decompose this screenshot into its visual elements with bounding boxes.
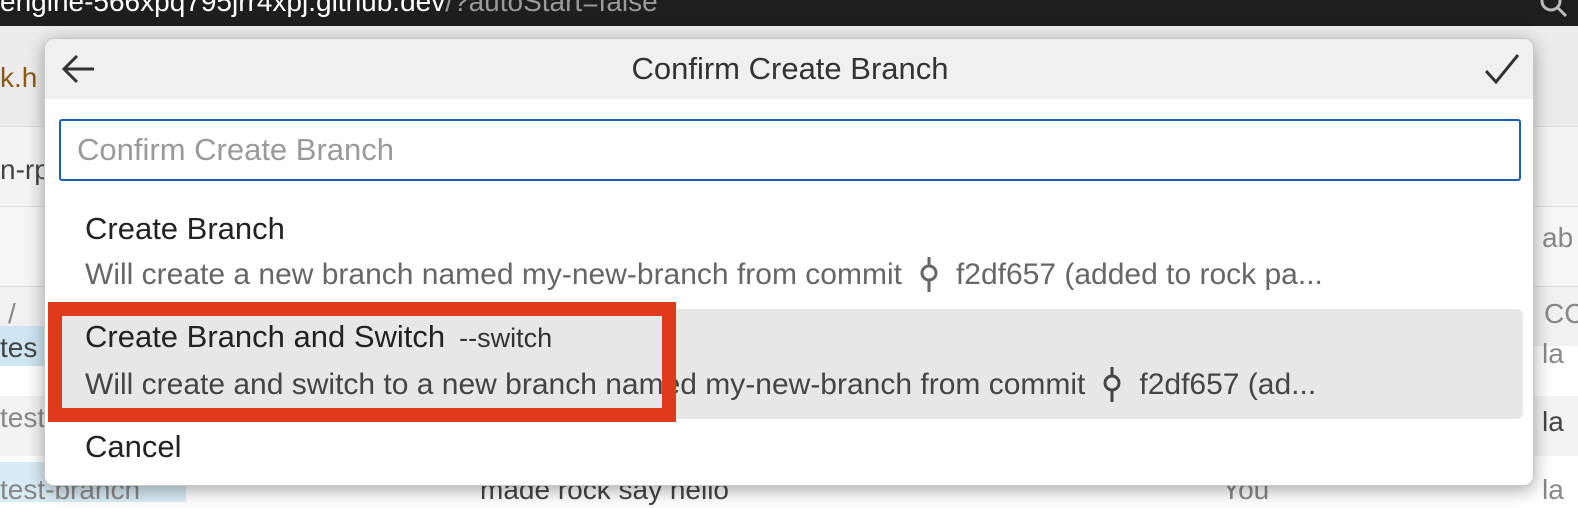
bg-branch-label: tes (0, 332, 38, 363)
quick-pick-item-detail: Will create a new branch named my-new-br… (85, 257, 1323, 293)
git-commit-icon (1103, 367, 1121, 402)
url-host: engine-566xpq795jrr4xpj.github.dev (0, 0, 446, 17)
bg-branch-label: test (0, 402, 46, 433)
bg-branch-name: n-rp (0, 154, 50, 185)
url-query: /?autoStart=false (445, 0, 658, 17)
bg-right-fragment: CC (1544, 298, 1578, 329)
quick-pick-dialog: Confirm Create Branch Create Branch Will… (44, 38, 1534, 486)
detail-text: Will create and switch to a new branch n… (85, 368, 1086, 401)
quick-pick-item-cancel[interactable]: Cancel (49, 423, 1523, 481)
search-icon[interactable] (1538, 0, 1568, 18)
check-icon[interactable] (1483, 51, 1521, 87)
quick-pick-input[interactable] (59, 119, 1521, 181)
bg-right-fragment: la (1542, 474, 1564, 505)
bg-right-fragment: la (1542, 406, 1564, 437)
browser-url-bar: engine-566xpq795jrr4xpj.github.dev/?auto… (0, 0, 1578, 26)
detail-text: Will create a new branch named my-new-br… (85, 258, 902, 291)
url-text[interactable]: engine-566xpq795jrr4xpj.github.dev/?auto… (0, 0, 658, 18)
quick-pick-item-description: --switch (459, 323, 553, 353)
item-label-text: Create Branch and Switch (85, 319, 446, 354)
detail-commit: f2df657 (ad... (1139, 368, 1317, 401)
quick-pick-item-label: Create Branch and Switch --switch (85, 319, 552, 355)
quick-pick-item-label: Cancel (85, 429, 182, 464)
bg-right-fragment: la (1542, 338, 1564, 369)
bg-file-name: k.h (0, 62, 38, 93)
detail-commit: f2df657 (added to rock pa... (955, 258, 1323, 291)
quick-pick-title: Confirm Create Branch (631, 51, 949, 86)
git-commit-icon (920, 257, 938, 292)
quick-pick-item-detail: Will create and switch to a new branch n… (85, 367, 1316, 403)
quick-pick-item-label: Create Branch (85, 211, 285, 246)
bg-right-fragment: ab (1542, 222, 1574, 253)
quick-pick-item-create-branch-and-switch[interactable]: Create Branch and Switch --switch Will cr… (49, 309, 1523, 419)
quick-pick-header: Confirm Create Branch (45, 39, 1533, 99)
quick-pick-item-create-branch[interactable]: Create Branch Will create a new branch n… (49, 199, 1523, 307)
